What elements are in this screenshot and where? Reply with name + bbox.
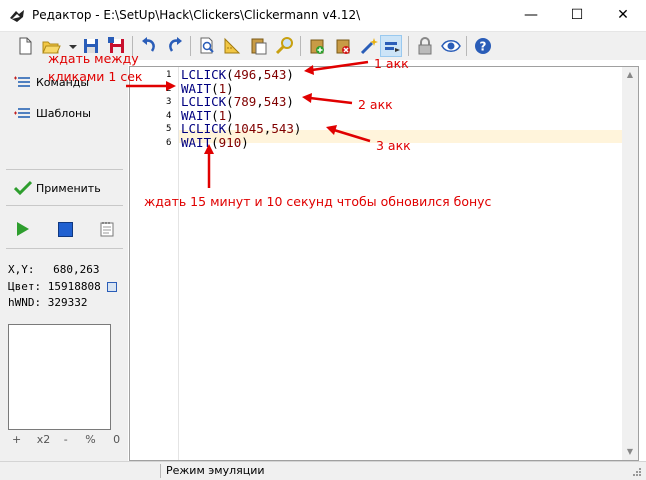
code-arg: 543 [271,121,294,137]
code-editor[interactable]: ▲ ▼ 1 LCLICK(496,543) 2 WAIT(1) 3 LCLICK(789,… [129,66,639,461]
divider [6,169,123,170]
templates-label: Шаблоны [36,106,91,120]
vertical-scrollbar[interactable]: ▲ ▼ [622,67,638,460]
code-paren: ) [286,94,294,110]
annotation-acc-3: 3 акк [376,138,411,153]
scroll-up-icon[interactable]: ▲ [622,67,638,83]
stop-button[interactable] [58,222,73,240]
zoom-percent-button[interactable]: % [85,433,95,446]
code-arg: 789 [233,94,257,110]
play-icon [17,222,29,236]
code-paren: ) [241,135,249,150]
resize-grip-icon[interactable] [628,465,642,479]
title-bar: Редактор - E:\SetUp\Hack\Clickers\Clicke… [0,0,646,31]
line-number: 3 [166,97,172,108]
color-label: Цвет: [8,280,42,293]
annotation-wait-between-1: ждать между [48,51,139,66]
status-separator [160,464,161,478]
stop-icon [58,222,73,237]
annotation-acc-1: 1 акк [374,56,409,71]
divider [6,248,123,249]
redo-icon[interactable] [164,35,186,57]
zoom-x2-button[interactable]: x2 [37,433,51,446]
hwnd-label: hWND: [8,296,42,309]
status-mode: Режим эмуляции [166,464,265,477]
close-icon: ✕ [617,7,629,23]
search-icon[interactable] [274,35,296,57]
code-line[interactable]: WAIT(910) [181,135,249,150]
code-comma: , [256,94,264,110]
line-number: 6 [166,138,172,148]
divider [6,205,123,206]
help-icon[interactable]: ? [472,35,494,57]
left-panel: Команды Шаблоны Применить X,Y: 680,263 Ц… [0,59,128,461]
hwnd-readout: hWND: 329332 [8,296,88,309]
minimize-button[interactable]: — [508,0,554,31]
toolbar-separator [190,36,191,56]
hwnd-value: 329332 [47,296,88,309]
code-arg: 543 [263,94,287,110]
zoom-minus-button[interactable]: - [64,433,68,446]
toolbar-separator [466,36,467,56]
annotation-acc-2: 2 акк [358,97,393,112]
coordinates-readout: X,Y: 680,263 [8,263,99,276]
wand-icon[interactable] [358,35,380,57]
code-comma: , [256,67,264,82]
zoom-controls: + x2 - % 0 [12,433,120,446]
play-button[interactable] [16,221,30,240]
color-value: 15918808 [47,280,101,293]
undo-icon[interactable] [138,35,160,57]
paste-icon[interactable] [248,35,270,57]
app-icon [10,10,24,22]
list-icon [14,108,30,118]
line-number: 2 [166,83,172,94]
notepad-button[interactable] [99,221,115,240]
templates-button[interactable]: Шаблоны [14,102,91,124]
code-arg: 496 [233,67,257,82]
scroll-down-icon[interactable]: ▼ [622,444,638,460]
apply-label: Применить [36,181,101,195]
code-paren: ) [286,67,294,82]
find-icon[interactable] [196,35,218,57]
annotation-wait-between-2: кликами 1 сек [48,69,143,84]
line-number: 5 [166,124,172,135]
maximize-button[interactable]: ☐ [554,0,600,31]
xy-value: 680,263 [53,263,100,276]
new-file-icon[interactable] [14,35,36,57]
zoom-zero-button[interactable]: 0 [113,433,120,446]
maximize-icon: ☐ [570,7,584,23]
window-title: Редактор - E:\SetUp\Hack\Clickers\Clicke… [32,8,361,22]
line-number: 1 [166,70,172,80]
checkmark-icon [14,180,32,196]
apply-button[interactable]: Применить [14,177,101,199]
code-command: WAIT [181,135,212,150]
zoom-preview [8,324,111,430]
zoom-plus-button[interactable]: + [12,433,21,446]
ruler-icon[interactable] [222,35,244,57]
record-icon[interactable] [380,35,402,57]
toolbar-separator [408,36,409,56]
line-number: 4 [166,110,172,121]
svg-text:?: ? [480,40,487,54]
delete-icon[interactable] [332,35,354,57]
xy-label: X,Y: [8,263,35,276]
code-arg: 910 [218,135,242,150]
code-arg: 543 [263,67,287,82]
close-button[interactable]: ✕ [600,0,646,31]
status-bar: Режим эмуляции [0,461,646,480]
toolbar-separator [300,36,301,56]
minimize-icon: — [524,7,538,23]
add-icon[interactable] [306,35,328,57]
code-paren: ( [211,135,219,150]
code-paren: ) [293,121,302,137]
eye-icon[interactable] [440,35,462,57]
color-swatch [107,282,118,292]
annotation-wait-bonus: ждать 15 минут и 10 секунд чтобы обновил… [144,194,492,209]
list-icon [14,76,30,87]
color-readout: Цвет: 15918808 [8,280,118,293]
lock-icon[interactable] [414,35,436,57]
notepad-icon [100,222,114,237]
line-gutter [130,67,179,460]
